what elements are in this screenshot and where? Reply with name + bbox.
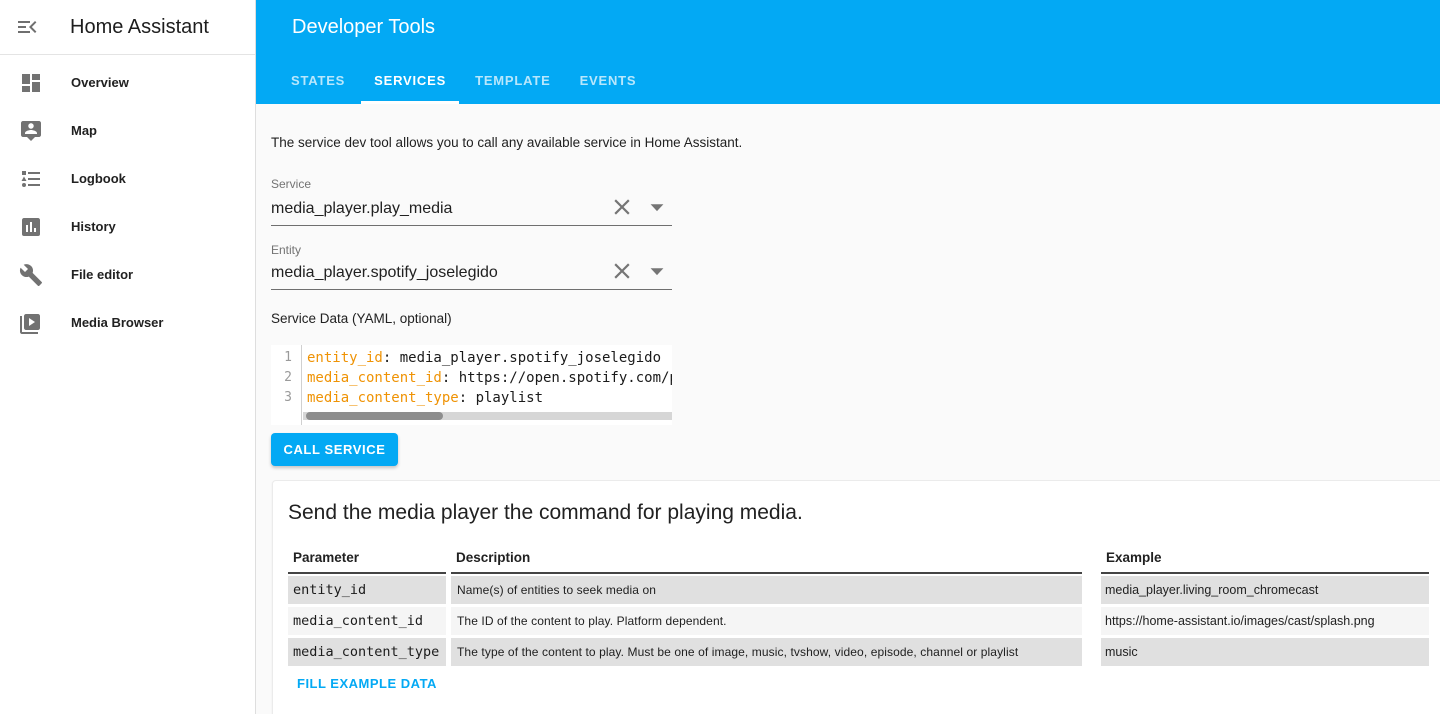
table-header-row: Parameter Description Example: [288, 550, 1429, 574]
tab-states[interactable]: STATES: [278, 60, 358, 104]
scrollbar-thumb[interactable]: [306, 412, 443, 420]
service-field-label: Service: [271, 177, 311, 191]
table-row: media_content_type The type of the conte…: [288, 638, 1429, 666]
service-clear-button[interactable]: [609, 194, 635, 220]
description-cell: Name(s) of entities to seek media on: [451, 576, 1082, 604]
sidebar-item-history[interactable]: History: [0, 203, 255, 251]
column-header-parameter: Parameter: [288, 550, 446, 574]
parameter-cell: media_content_id: [288, 607, 446, 635]
yaml-line: entity_id: media_player.spotify_joselegi…: [307, 348, 672, 368]
entity-dropdown-button[interactable]: [646, 260, 668, 282]
intro-text: The service dev tool allows you to call …: [271, 135, 742, 150]
account-tooltip-icon: [19, 119, 43, 143]
app-title: Home Assistant: [70, 0, 209, 54]
sidebar-item-label: Overview: [71, 59, 129, 107]
service-data-label: Service Data (YAML, optional): [271, 311, 452, 326]
description-cell: The type of the content to play. Must be…: [451, 638, 1082, 666]
sidebar-header: Home Assistant: [0, 0, 255, 55]
line-number: 1: [271, 348, 301, 368]
sidebar-item-label: Logbook: [71, 155, 126, 203]
parameter-cell: media_content_type: [288, 638, 446, 666]
sidebar-nav: Overview Map Logbook History: [0, 59, 255, 347]
home-assistant-app: Home Assistant Overview Map Logbook: [0, 0, 1440, 714]
sidebar: Home Assistant Overview Map Logbook: [0, 0, 256, 714]
sidebar-item-label: History: [71, 203, 116, 251]
entity-input[interactable]: [271, 264, 601, 282]
tab-events[interactable]: EVENTS: [567, 60, 650, 104]
entity-clear-button[interactable]: [609, 258, 635, 284]
editor-code-area[interactable]: entity_id: media_player.spotify_joselegi…: [303, 345, 672, 409]
tab-bar: STATES SERVICES TEMPLATE EVENTS: [278, 60, 652, 104]
close-icon: [609, 258, 635, 284]
column-header-example: Example: [1101, 550, 1429, 574]
sidebar-toggle-button[interactable]: [14, 15, 40, 41]
column-header-description: Description: [451, 550, 1082, 574]
service-input[interactable]: [271, 200, 601, 218]
editor-horizontal-scrollbar[interactable]: [303, 412, 672, 420]
sidebar-item-map[interactable]: Map: [0, 107, 255, 155]
sidebar-item-label: File editor: [71, 251, 133, 299]
line-number: 2: [271, 368, 301, 388]
service-field: Service: [271, 177, 672, 226]
wrench-icon: [19, 263, 43, 287]
description-cell: The ID of the content to play. Platform …: [451, 607, 1082, 635]
call-service-button[interactable]: CALL SERVICE: [271, 433, 398, 466]
close-icon: [609, 194, 635, 220]
tab-services[interactable]: SERVICES: [361, 60, 459, 104]
table-row: entity_id Name(s) of entities to seek me…: [288, 576, 1429, 604]
yaml-line: media_content_id: https://open.spotify.c…: [307, 368, 672, 388]
menu-open-icon: [15, 15, 39, 39]
dashboard-icon: [19, 71, 43, 95]
bulleted-list-icon: [19, 167, 43, 191]
example-cell: media_player.living_room_chromecast: [1101, 576, 1429, 604]
chevron-down-icon: [646, 196, 668, 218]
parameter-cell: entity_id: [288, 576, 446, 604]
sidebar-item-file-editor[interactable]: File editor: [0, 251, 255, 299]
chevron-down-icon: [646, 260, 668, 282]
service-description-heading: Send the media player the command for pl…: [288, 501, 803, 525]
chart-box-icon: [19, 215, 43, 239]
editor-line-numbers: 1 2 3: [271, 345, 302, 425]
service-parameters-table: Parameter Description Example entity_id …: [288, 550, 1429, 666]
line-number: 3: [271, 388, 301, 408]
entity-field: Entity: [271, 243, 672, 290]
service-dropdown-button[interactable]: [646, 196, 668, 218]
fill-example-data-button[interactable]: FILL EXAMPLE DATA: [297, 676, 437, 691]
page-title: Developer Tools: [292, 16, 435, 39]
yaml-line: media_content_type: playlist: [307, 388, 672, 408]
table-row: media_content_id The ID of the content t…: [288, 607, 1429, 635]
play-box-multiple-icon: [19, 311, 43, 335]
table-body: entity_id Name(s) of entities to seek me…: [288, 576, 1429, 666]
service-description-card: Send the media player the command for pl…: [272, 480, 1440, 714]
app-header: Developer Tools STATES SERVICES TEMPLATE…: [256, 0, 1440, 104]
entity-field-label: Entity: [271, 243, 301, 257]
example-cell: https://home-assistant.io/images/cast/sp…: [1101, 607, 1429, 635]
sidebar-item-label: Map: [71, 107, 97, 155]
tab-template[interactable]: TEMPLATE: [462, 60, 564, 104]
main-content: The service dev tool allows you to call …: [256, 104, 1440, 714]
sidebar-item-overview[interactable]: Overview: [0, 59, 255, 107]
example-cell: music: [1101, 638, 1429, 666]
sidebar-item-media-browser[interactable]: Media Browser: [0, 299, 255, 347]
sidebar-item-label: Media Browser: [71, 299, 163, 347]
sidebar-item-logbook[interactable]: Logbook: [0, 155, 255, 203]
yaml-editor[interactable]: 1 2 3 entity_id: media_player.spotify_jo…: [271, 345, 672, 425]
